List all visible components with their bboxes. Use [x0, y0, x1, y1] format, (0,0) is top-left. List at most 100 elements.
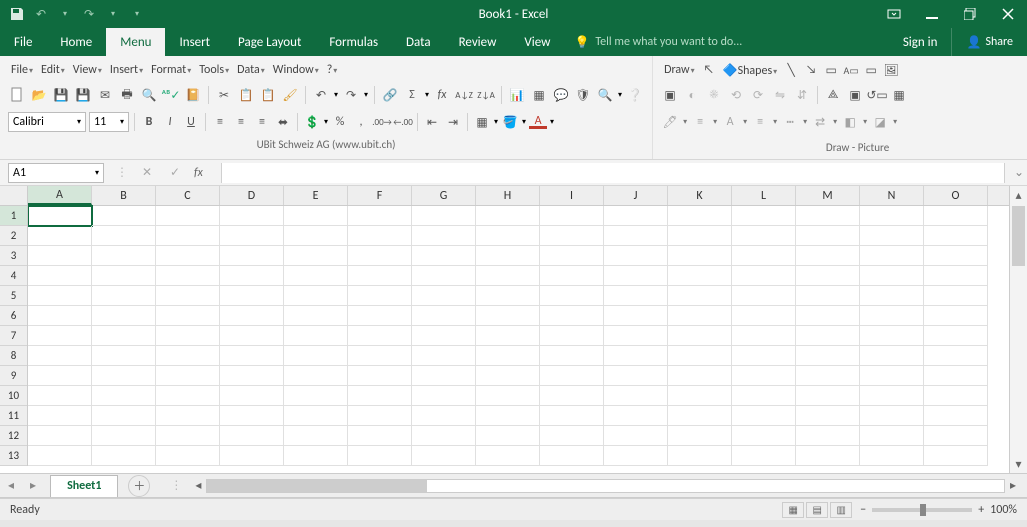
cell[interactable] — [860, 226, 924, 246]
cell[interactable] — [796, 206, 860, 226]
tab-file[interactable]: File — [0, 28, 46, 56]
cell[interactable] — [476, 266, 540, 286]
col-header[interactable]: G — [412, 186, 476, 205]
cell[interactable] — [924, 226, 988, 246]
cell[interactable] — [796, 366, 860, 386]
cell[interactable] — [156, 286, 220, 306]
cells-grid[interactable] — [28, 206, 1009, 466]
cell[interactable] — [220, 266, 284, 286]
cell[interactable] — [284, 286, 348, 306]
rotate-left-icon[interactable]: ⟲ — [727, 86, 745, 104]
cell[interactable] — [732, 366, 796, 386]
view-layout-icon[interactable]: ▤ — [806, 502, 828, 518]
cell[interactable] — [604, 326, 668, 346]
menu-view[interactable]: View▾ — [70, 63, 105, 77]
cell[interactable] — [28, 326, 92, 346]
col-header[interactable]: B — [92, 186, 156, 205]
cell[interactable] — [604, 406, 668, 426]
cell[interactable] — [284, 366, 348, 386]
comment-icon[interactable]: 💬 — [552, 86, 570, 104]
cell[interactable] — [284, 446, 348, 466]
tab-insert[interactable]: Insert — [165, 28, 224, 56]
cell[interactable] — [540, 266, 604, 286]
cell[interactable] — [732, 446, 796, 466]
col-header[interactable]: H — [476, 186, 540, 205]
cell[interactable] — [860, 246, 924, 266]
cell[interactable] — [476, 326, 540, 346]
cell[interactable] — [668, 246, 732, 266]
col-header[interactable]: L — [732, 186, 796, 205]
sheet-tab-active[interactable]: Sheet1 — [50, 475, 118, 497]
tab-nav-next-icon[interactable]: ▸ — [22, 478, 44, 493]
borders-dd-icon[interactable]: ▾ — [494, 117, 498, 127]
view-break-icon[interactable]: ▥ — [830, 502, 852, 518]
cell[interactable] — [220, 286, 284, 306]
cell[interactable] — [796, 266, 860, 286]
cell[interactable] — [92, 206, 156, 226]
view-normal-icon[interactable]: ▦ — [782, 502, 804, 518]
cell[interactable] — [476, 246, 540, 266]
merge-icon[interactable]: ⬌ — [274, 113, 292, 131]
cell[interactable] — [924, 286, 988, 306]
redo-icon[interactable]: ↷ — [342, 86, 360, 104]
cell[interactable] — [412, 286, 476, 306]
row-header[interactable]: 7 — [0, 326, 27, 346]
cell[interactable] — [860, 366, 924, 386]
vertical-scrollbar[interactable]: ▴ ▾ — [1009, 186, 1027, 473]
cell[interactable] — [796, 286, 860, 306]
cell[interactable] — [220, 366, 284, 386]
cell[interactable] — [604, 366, 668, 386]
cell[interactable] — [220, 246, 284, 266]
cell[interactable] — [348, 406, 412, 426]
spell-icon[interactable]: ᴬᴮ✓ — [162, 86, 180, 104]
cell[interactable] — [924, 306, 988, 326]
bright-icon[interactable]: ☀ — [705, 86, 723, 104]
line-style-icon[interactable]: ≡ — [691, 113, 709, 131]
vscroll-thumb[interactable] — [1012, 206, 1025, 266]
cell[interactable] — [28, 266, 92, 286]
cell[interactable] — [156, 426, 220, 446]
cell[interactable] — [796, 306, 860, 326]
chart-icon[interactable]: 📊 — [508, 86, 526, 104]
cut-icon[interactable]: ✂ — [215, 86, 233, 104]
sort-asc-icon[interactable]: A↓Z — [455, 86, 473, 104]
cell[interactable] — [156, 226, 220, 246]
cell[interactable] — [28, 346, 92, 366]
cell[interactable] — [540, 326, 604, 346]
col-header[interactable]: F — [348, 186, 412, 205]
cell[interactable] — [540, 246, 604, 266]
col-header[interactable]: D — [220, 186, 284, 205]
cell[interactable] — [924, 246, 988, 266]
3d-dd-icon[interactable]: ▾ — [863, 117, 867, 127]
line-color-icon[interactable]: 🖊 — [661, 113, 679, 131]
cell[interactable] — [412, 246, 476, 266]
cell[interactable] — [540, 366, 604, 386]
menu-file[interactable]: File▾ — [8, 63, 36, 77]
scroll-left-icon[interactable]: ◂ — [190, 478, 206, 493]
cell[interactable] — [604, 346, 668, 366]
fill-color-icon[interactable]: 🪣 — [501, 113, 519, 131]
reset-pic-icon[interactable]: ↺▭ — [868, 86, 886, 104]
tell-me-search[interactable]: 💡Tell me what you want to do... — [564, 28, 888, 56]
tab-home[interactable]: Home — [46, 28, 106, 56]
cell[interactable] — [412, 386, 476, 406]
zoom-out-icon[interactable]: − — [860, 503, 866, 517]
cell[interactable] — [28, 226, 92, 246]
autosum-icon[interactable]: Σ — [403, 86, 421, 104]
row-header[interactable]: 9 — [0, 366, 27, 386]
cell[interactable] — [732, 246, 796, 266]
cell[interactable] — [284, 406, 348, 426]
col-header[interactable]: A — [28, 186, 92, 205]
formula-input[interactable] — [221, 163, 1005, 183]
ribbon-options-icon[interactable] — [875, 0, 913, 28]
textbox-icon[interactable]: A▭ — [842, 61, 860, 79]
cell[interactable] — [220, 226, 284, 246]
d-dd-icon[interactable]: ▾ — [803, 117, 807, 127]
cell[interactable] — [540, 206, 604, 226]
cell[interactable] — [668, 226, 732, 246]
cell[interactable] — [732, 426, 796, 446]
cell[interactable] — [220, 406, 284, 426]
cell[interactable] — [92, 326, 156, 346]
cell[interactable] — [412, 446, 476, 466]
cell[interactable] — [604, 266, 668, 286]
